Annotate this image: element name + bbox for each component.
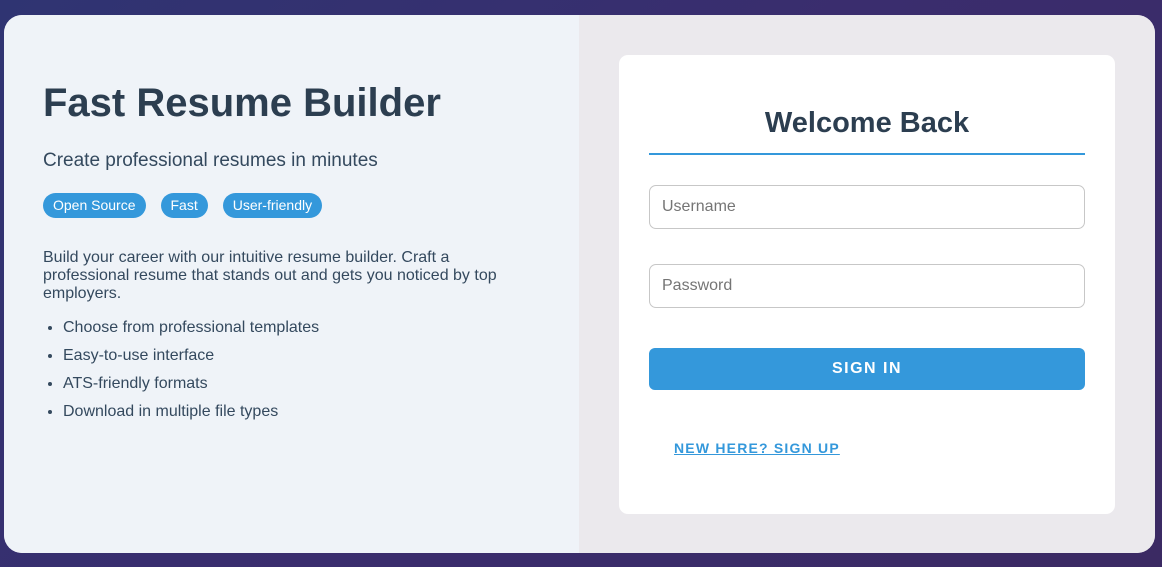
feature-list: Choose from professional templates Easy-… — [43, 319, 539, 431]
hero-title: Fast Resume Builder — [43, 81, 441, 125]
login-panel: Welcome Back SIGN IN NEW HERE? SIGN UP — [579, 15, 1155, 553]
hero-description: Build your career with our intuitive res… — [43, 249, 497, 302]
feature-item: Choose from professional templates — [63, 319, 539, 347]
title-divider — [649, 153, 1085, 155]
feature-item: Easy-to-use interface — [63, 347, 539, 375]
password-input[interactable] — [649, 264, 1085, 308]
feature-item: Download in multiple file types — [63, 403, 539, 431]
tag-user-friendly: User-friendly — [222, 193, 323, 218]
hero-panel: Fast Resume Builder Create professional … — [4, 15, 579, 553]
tag-list: Open Source Fast User-friendly — [43, 193, 539, 218]
sign-in-button[interactable]: SIGN IN — [649, 348, 1085, 390]
username-input[interactable] — [649, 185, 1085, 229]
hero-subtitle: Create professional resumes in minutes — [43, 150, 378, 171]
sign-up-link[interactable]: NEW HERE? SIGN UP — [674, 440, 840, 456]
login-title: Welcome Back — [764, 107, 970, 139]
tag-fast: Fast — [160, 193, 208, 218]
feature-item: ATS-friendly formats — [63, 375, 539, 403]
login-form: Welcome Back SIGN IN NEW HERE? SIGN UP — [619, 55, 1115, 514]
tag-open-source: Open Source — [43, 193, 146, 218]
main-card: Fast Resume Builder Create professional … — [4, 15, 1155, 553]
